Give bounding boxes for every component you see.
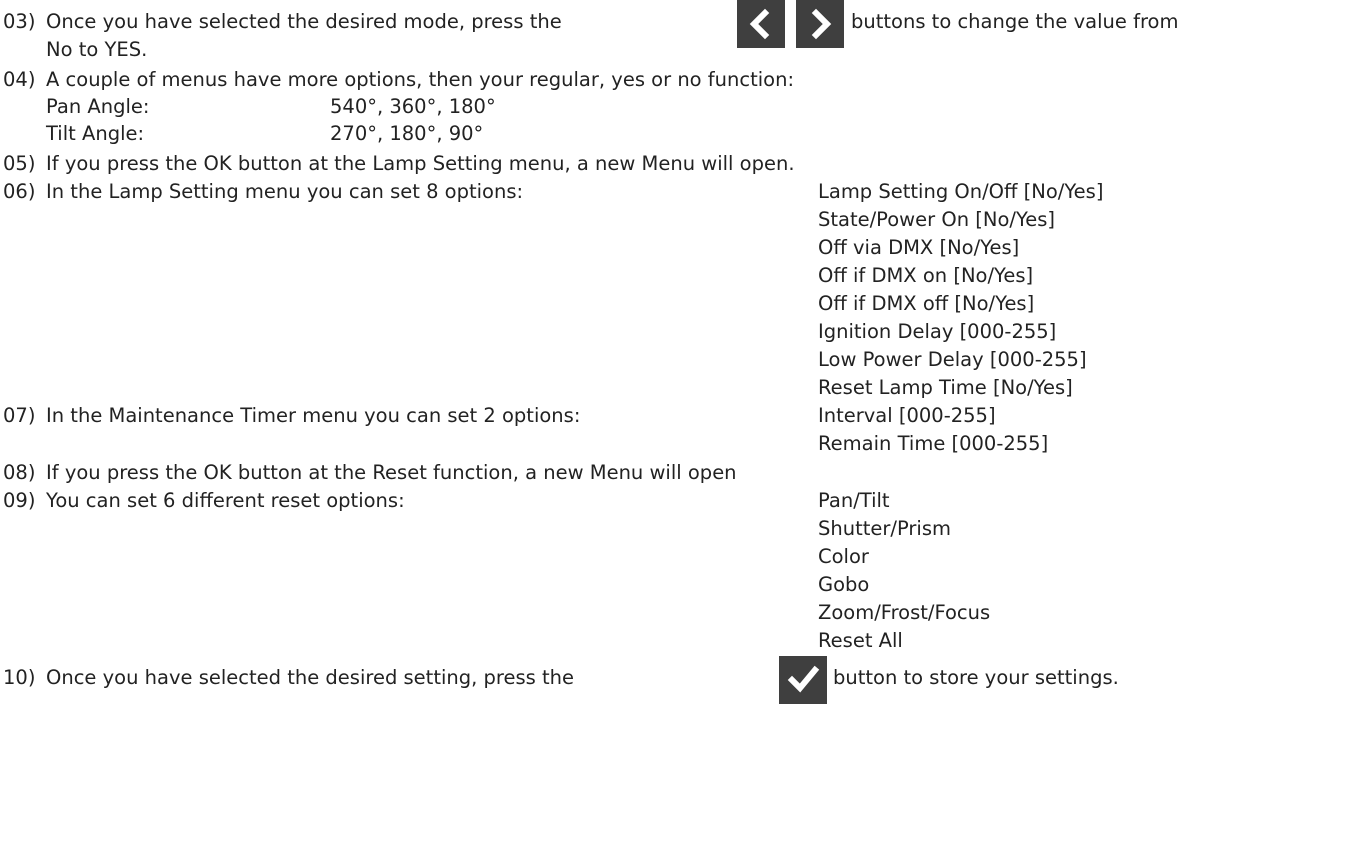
- reset-option: Reset All: [818, 629, 903, 652]
- tilt-angle-label: Tilt Angle:: [46, 122, 145, 145]
- lamp-option: State/Power On [No/Yes]: [818, 208, 1056, 231]
- reset-option: Zoom/Frost/Focus: [818, 601, 991, 624]
- reset-option: Gobo: [818, 573, 870, 596]
- pan-angle-label: Pan Angle:: [46, 95, 150, 118]
- maintenance-option: Interval [000-255]: [818, 404, 996, 427]
- reset-option: Pan/Tilt: [818, 489, 890, 512]
- chevron-right-icon: [796, 0, 844, 48]
- step-number: 05): [3, 152, 36, 175]
- step-number: 09): [3, 489, 36, 512]
- reset-option: Shutter/Prism: [818, 517, 951, 540]
- step-number: 04): [3, 68, 36, 91]
- step-text: If you press the OK button at the Reset …: [46, 461, 737, 484]
- step-number: 08): [3, 461, 36, 484]
- step-number: 07): [3, 404, 36, 427]
- reset-option: Color: [818, 545, 869, 568]
- step-text: In the Lamp Setting menu you can set 8 o…: [46, 180, 524, 203]
- step-text-after: buttons to change the value from: [851, 10, 1179, 33]
- step-10-line-tail: button to store your settings.: [833, 664, 1119, 692]
- lamp-option: Off via DMX [No/Yes]: [818, 236, 1020, 259]
- step-number: 03): [3, 10, 36, 33]
- step-number: 06): [3, 180, 36, 203]
- pan-angle-value: 540°, 360°, 180°: [330, 95, 496, 118]
- step-text-continuation: No to YES.: [46, 38, 148, 61]
- chevron-left-icon: [737, 0, 785, 48]
- step-number: 10): [3, 666, 36, 689]
- lamp-option: Off if DMX on [No/Yes]: [818, 264, 1034, 287]
- lamp-option: Reset Lamp Time [No/Yes]: [818, 376, 1073, 399]
- lamp-option: Low Power Delay [000-255]: [818, 348, 1087, 371]
- checkmark-icon: [779, 656, 827, 704]
- step-text: In the Maintenance Timer menu you can se…: [46, 404, 581, 427]
- step-text: If you press the OK button at the Lamp S…: [46, 152, 795, 175]
- lamp-option: Lamp Setting On/Off [No/Yes]: [818, 180, 1104, 203]
- step-text: Once you have selected the desired setti…: [46, 666, 575, 689]
- step-text: Once you have selected the desired mode,…: [46, 10, 562, 33]
- maintenance-option: Remain Time [000-255]: [818, 432, 1049, 455]
- lamp-option: Off if DMX off [No/Yes]: [818, 292, 1035, 315]
- step-03-line-1-tail: buttons to change the value from: [851, 8, 1178, 36]
- lamp-option: Ignition Delay [000-255]: [818, 320, 1057, 343]
- step-text: You can set 6 different reset options:: [46, 489, 405, 512]
- tilt-angle-value: 270°, 180°, 90°: [330, 122, 484, 145]
- step-text-after: button to store your settings.: [833, 666, 1119, 689]
- step-text: A couple of menus have more options, the…: [46, 68, 795, 91]
